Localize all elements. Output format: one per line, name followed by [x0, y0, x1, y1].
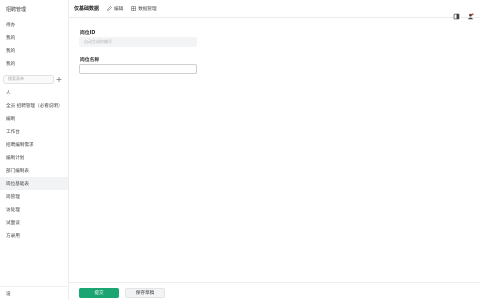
- sidebar-item[interactable]: 人: [0, 86, 68, 99]
- add-icon[interactable]: +: [54, 75, 64, 84]
- sidebar-item-mine-2[interactable]: 我的: [0, 44, 68, 57]
- sidebar-item[interactable]: 工作台: [0, 125, 68, 138]
- sidebar-search-row: 搜索表单 +: [3, 74, 65, 84]
- sidebar-item-mine-3[interactable]: 我的: [0, 57, 68, 70]
- action-bar: 提交 保存草稿: [69, 282, 480, 300]
- app-window: 招聘管理 待办 我的 我的 我的 搜索表单 + 人 全员 招聘管理（必看说明） …: [0, 0, 480, 300]
- edit-label: 编辑: [114, 6, 124, 12]
- sidebar-item[interactable]: 访处理: [0, 203, 68, 216]
- field-label-position-id: 岗位ID: [80, 31, 96, 36]
- position-name-input[interactable]: [79, 64, 197, 74]
- sidebar-item[interactable]: 试面谈: [0, 216, 68, 229]
- sidebar: 招聘管理 待办 我的 我的 我的 搜索表单 + 人 全员 招聘管理（必看说明） …: [0, 0, 69, 300]
- sidebar-item-todo[interactable]: 待办: [0, 18, 68, 31]
- grid-icon: [131, 6, 136, 11]
- sidebar-search-input[interactable]: 搜索表单: [3, 74, 54, 84]
- sidebar-item-mine-1[interactable]: 我的: [0, 31, 68, 44]
- position-id-field: 自动生成的编号: [79, 37, 197, 47]
- sidebar-item[interactable]: 全员 招聘管理（必看说明）: [0, 99, 68, 112]
- pencil-icon: [107, 6, 112, 11]
- sidebar-footer[interactable]: 设: [0, 286, 69, 300]
- book-icon[interactable]: [453, 5, 460, 20]
- user-icon[interactable]: [467, 5, 474, 20]
- sidebar-item[interactable]: 部门编制表: [0, 164, 68, 177]
- topbar-right: [453, 5, 474, 20]
- sidebar-item[interactable]: 编制: [0, 112, 68, 125]
- sidebar-item-active[interactable]: 岗位基础表: [0, 177, 68, 190]
- topbar: 仅基础数据 编辑 数据管理: [69, 0, 480, 20]
- sidebar-item[interactable]: 编制计划: [0, 151, 68, 164]
- sidebar-item[interactable]: 方录用: [0, 229, 68, 242]
- sidebar-item[interactable]: 岗管理: [0, 190, 68, 203]
- field-label-position-name: 岗位名称: [80, 58, 100, 63]
- form-area: 岗位ID 自动生成的编号 岗位名称: [69, 18, 480, 282]
- data-manage-label: 数据管理: [138, 6, 157, 12]
- data-manage-button[interactable]: 数据管理: [131, 6, 157, 12]
- edit-button[interactable]: 编辑: [107, 6, 123, 12]
- page-title: 仅基础数据: [74, 6, 100, 12]
- submit-button[interactable]: 提交: [79, 288, 119, 298]
- sidebar-header: 招聘管理: [6, 6, 27, 13]
- sidebar-item[interactable]: 招聘编制需求: [0, 138, 68, 151]
- save-draft-button[interactable]: 保存草稿: [125, 288, 165, 298]
